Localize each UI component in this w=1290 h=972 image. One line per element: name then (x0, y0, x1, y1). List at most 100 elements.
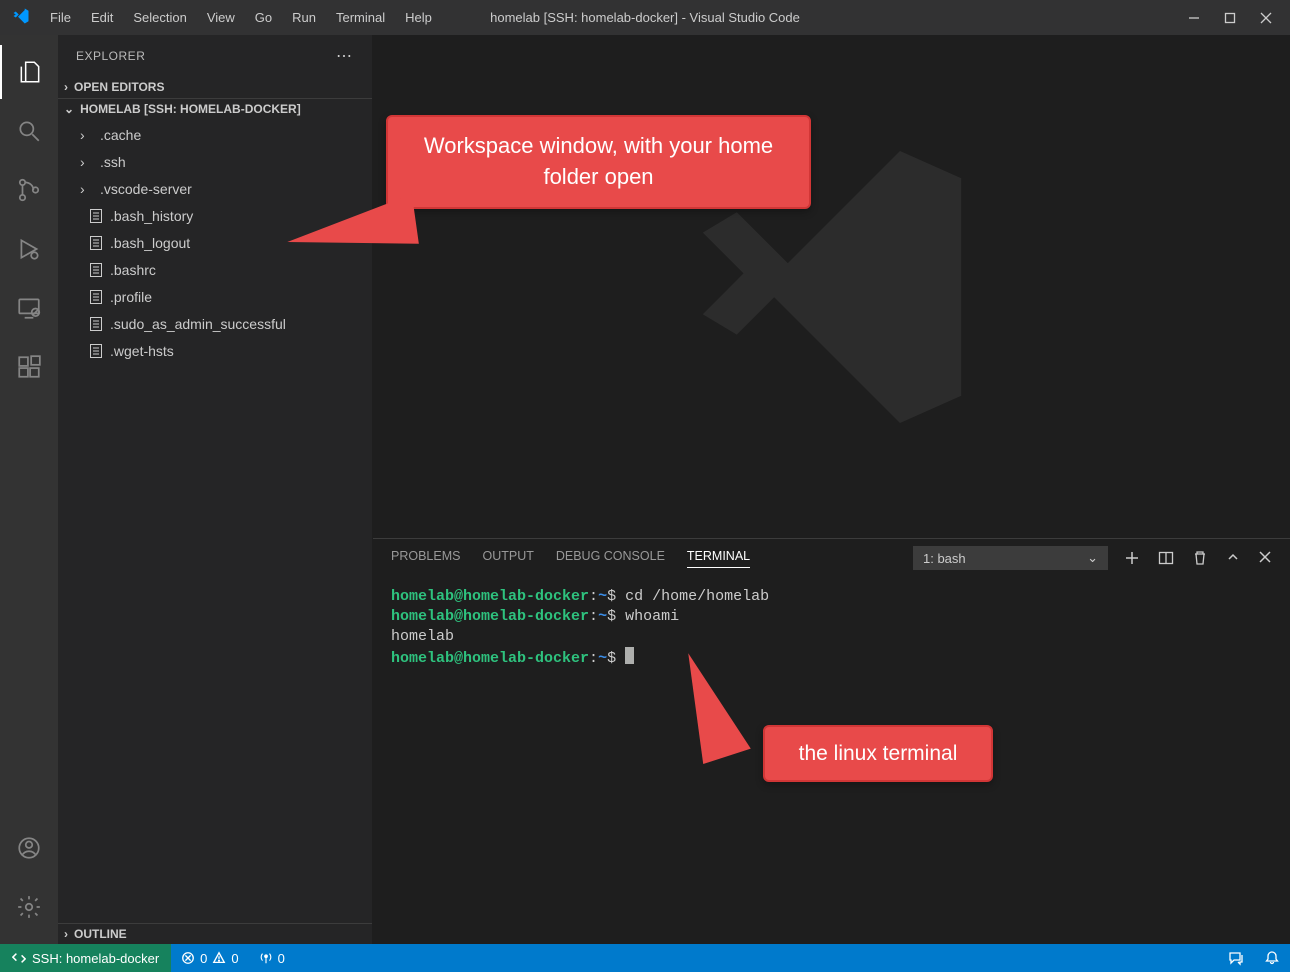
terminal-prompt-user: homelab@homelab-docker (391, 650, 589, 667)
terminal-command: cd /home/homelab (625, 588, 769, 605)
radio-tower-icon (259, 951, 273, 965)
status-feedback-icon[interactable] (1218, 950, 1254, 966)
tree-folder[interactable]: › .vscode-server (58, 175, 372, 202)
kill-terminal-icon[interactable] (1192, 550, 1208, 566)
activity-search-icon[interactable] (0, 104, 58, 158)
warning-icon (212, 951, 226, 965)
menu-run[interactable]: Run (282, 4, 326, 31)
panel-tab-terminal[interactable]: TERMINAL (687, 549, 750, 568)
editor-watermark (373, 35, 1290, 538)
maximize-icon[interactable] (1224, 12, 1236, 24)
panel-tab-problems[interactable]: PROBLEMS (391, 549, 460, 567)
file-icon (88, 235, 104, 251)
open-editors-section[interactable]: › OPEN EDITORS (58, 77, 372, 98)
window-title: homelab [SSH: homelab-docker] - Visual S… (490, 10, 800, 25)
tree-item-label: .vscode-server (100, 181, 192, 197)
terminal-prompt-path: ~ (598, 588, 607, 605)
tree-item-label: .bash_history (110, 208, 193, 224)
file-icon (88, 343, 104, 359)
tree-file[interactable]: .sudo_as_admin_successful (58, 310, 372, 337)
status-remote-indicator[interactable]: SSH: homelab-docker (0, 944, 171, 972)
activity-explorer-icon[interactable] (0, 45, 58, 99)
tree-item-label: .bash_logout (110, 235, 190, 251)
annotation-text: Workspace window, with your home folder … (424, 133, 773, 189)
activity-extensions-icon[interactable] (0, 340, 58, 394)
chevron-right-icon: › (64, 80, 68, 94)
chevron-down-icon: ⌄ (64, 102, 74, 116)
file-icon (88, 208, 104, 224)
terminal-prompt-user: homelab@homelab-docker (391, 588, 589, 605)
activity-source-control-icon[interactable] (0, 163, 58, 217)
workspace-label: HOMELAB [SSH: HOMELAB-DOCKER] (80, 102, 301, 116)
terminal-prompt-user: homelab@homelab-docker (391, 608, 589, 625)
chevron-right-icon: › (64, 927, 68, 941)
status-remote-label: SSH: homelab-docker (32, 951, 159, 966)
tree-item-label: .ssh (100, 154, 126, 170)
menu-go[interactable]: Go (245, 4, 282, 31)
menu-file[interactable]: File (40, 4, 81, 31)
activity-run-debug-icon[interactable] (0, 222, 58, 276)
title-bar: File Edit Selection View Go Run Terminal… (0, 0, 1290, 35)
explorer-sidebar: EXPLORER ⋯ › OPEN EDITORS ⌄ HOMELAB [SSH… (58, 35, 373, 944)
remote-icon (12, 951, 26, 965)
tree-folder[interactable]: › .ssh (58, 148, 372, 175)
menu-help[interactable]: Help (395, 4, 442, 31)
error-icon (181, 951, 195, 965)
file-icon (88, 262, 104, 278)
annotation-callout: the linux terminal (763, 725, 993, 782)
status-bar: SSH: homelab-docker 0 0 0 (0, 944, 1290, 972)
chevron-right-icon: › (80, 181, 94, 197)
panel-tab-output[interactable]: OUTPUT (482, 549, 533, 567)
vscode-logo-icon (8, 7, 40, 28)
chevron-right-icon: › (80, 127, 94, 143)
terminal-cursor (625, 647, 634, 664)
tree-item-label: .cache (100, 127, 141, 143)
tree-item-label: .bashrc (110, 262, 156, 278)
panel-tab-debug-console[interactable]: DEBUG CONSOLE (556, 549, 665, 567)
minimize-icon[interactable] (1188, 12, 1200, 24)
menu-edit[interactable]: Edit (81, 4, 123, 31)
outline-section[interactable]: › OUTLINE (58, 923, 372, 944)
terminal-selector-label: 1: bash (923, 551, 966, 566)
menu-selection[interactable]: Selection (123, 4, 196, 31)
menu-bar: File Edit Selection View Go Run Terminal… (40, 4, 442, 31)
explorer-title: EXPLORER (76, 49, 145, 63)
status-ports[interactable]: 0 (249, 951, 295, 966)
annotation-callout: Workspace window, with your home folder … (386, 115, 811, 209)
status-errors-count: 0 (200, 951, 207, 966)
close-panel-icon[interactable] (1258, 550, 1272, 566)
tree-item-label: .sudo_as_admin_successful (110, 316, 286, 332)
activity-accounts-icon[interactable] (0, 821, 58, 875)
split-terminal-icon[interactable] (1158, 550, 1174, 566)
annotation-text: the linux terminal (799, 742, 958, 765)
terminal-output-line: homelab (391, 627, 1272, 647)
new-terminal-icon[interactable] (1124, 550, 1140, 566)
activity-bar (0, 35, 58, 944)
workspace-section[interactable]: ⌄ HOMELAB [SSH: HOMELAB-DOCKER] (58, 98, 372, 119)
activity-settings-icon[interactable] (0, 880, 58, 934)
open-editors-label: OPEN EDITORS (74, 80, 164, 94)
maximize-panel-icon[interactable] (1226, 550, 1240, 566)
terminal-prompt-path: ~ (598, 650, 607, 667)
terminal-command: whoami (625, 608, 679, 625)
tree-file[interactable]: .bashrc (58, 256, 372, 283)
menu-view[interactable]: View (197, 4, 245, 31)
tree-file[interactable]: .profile (58, 283, 372, 310)
terminal-selector[interactable]: 1: bash ⌄ (913, 546, 1108, 570)
close-icon[interactable] (1260, 12, 1272, 24)
status-bell-icon[interactable] (1254, 950, 1290, 966)
activity-remote-explorer-icon[interactable] (0, 281, 58, 335)
chevron-down-icon: ⌄ (1087, 550, 1098, 566)
file-icon (88, 316, 104, 332)
tree-folder[interactable]: › .cache (58, 121, 372, 148)
menu-terminal[interactable]: Terminal (326, 4, 395, 31)
explorer-more-icon[interactable]: ⋯ (336, 46, 354, 66)
status-problems[interactable]: 0 0 (171, 951, 248, 966)
terminal-prompt-path: ~ (598, 608, 607, 625)
file-icon (88, 289, 104, 305)
chevron-right-icon: › (80, 154, 94, 170)
tree-item-label: .wget-hsts (110, 343, 174, 359)
status-warnings-count: 0 (231, 951, 238, 966)
tree-item-label: .profile (110, 289, 152, 305)
tree-file[interactable]: .wget-hsts (58, 337, 372, 364)
